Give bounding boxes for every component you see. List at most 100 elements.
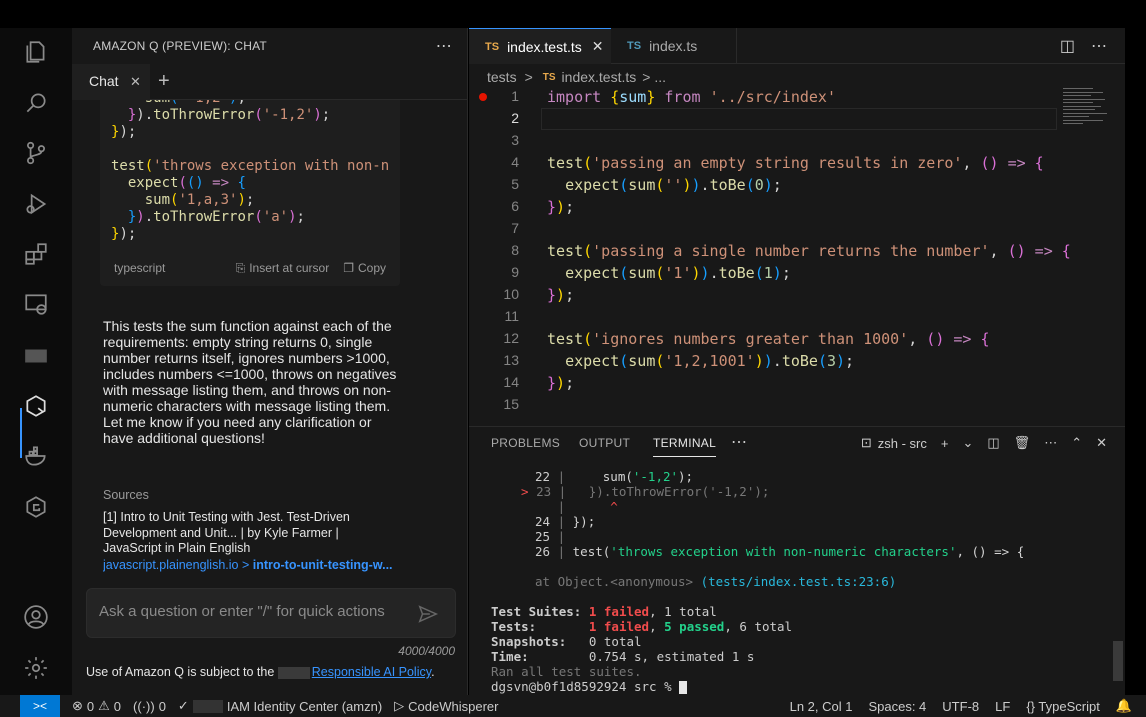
problems-status[interactable]: ⊗ 0 ⚠ 0 (72, 698, 121, 714)
terminal-prompt: dgsvn@b0f1d8592924 src % (491, 679, 688, 694)
code-line: import {sum} from '../src/index' (547, 88, 836, 106)
amazon-q-icon[interactable] (22, 392, 50, 420)
source-domain: javascript.plainenglish.io (103, 558, 239, 572)
insert-icon: ⎘ (235, 260, 246, 275)
source-control-icon[interactable] (22, 139, 50, 167)
line-number: 3 (511, 132, 519, 148)
tab-problems[interactable]: PROBLEMS (491, 436, 560, 450)
more-actions-icon[interactable]: ⋯ (731, 432, 747, 452)
gitlens-icon[interactable] (22, 493, 50, 521)
minimap-line (1063, 92, 1103, 93)
code-line: test('passing an empty string results in… (547, 154, 1044, 172)
code-block-footer: typescript ⎘ Insert at cursor ❐ Copy (100, 250, 400, 286)
snapshots-value: 0 total (588, 634, 642, 649)
terminal-line: Test Suites: 1 failed, 1 total (491, 604, 717, 619)
trash-icon[interactable]: 🗑 (1014, 435, 1031, 451)
tests-separator: , (649, 619, 665, 634)
terminal-scrollbar[interactable] (1113, 641, 1123, 681)
chevron-down-icon[interactable]: ⌄ (962, 435, 973, 451)
split-terminal-icon[interactable]: ◫ (987, 435, 999, 451)
responsible-ai-policy-link[interactable]: Responsible AI Policy (312, 665, 431, 679)
cursor-position[interactable]: Ln 2, Col 1 (790, 699, 853, 714)
account-icon[interactable] (22, 603, 50, 631)
notifications-bell-icon[interactable]: 🔔 (1116, 698, 1132, 714)
codewhisperer-status[interactable]: ▷ CodeWhisperer (394, 698, 498, 714)
tab-index-ts[interactable]: TS index.ts (611, 28, 737, 64)
policy-prefix: Use of Amazon Q is subject to the (86, 665, 275, 679)
braces-icon: {} (1026, 698, 1035, 714)
breadcrumb-folder[interactable]: tests (487, 69, 517, 85)
language-mode[interactable]: {} TypeScript (1026, 699, 1100, 714)
extensions-icon[interactable] (22, 240, 50, 268)
ports-status[interactable]: ((·)) 0 (133, 699, 166, 714)
encoding[interactable]: UTF-8 (942, 699, 979, 714)
terminal-line: | ^ (535, 499, 618, 514)
code-line: }); (547, 198, 575, 216)
search-icon[interactable] (22, 89, 50, 117)
copy-button[interactable]: ❐ Copy (343, 261, 386, 275)
ports-count: 0 (158, 698, 166, 714)
tests-passed: 5 passed (664, 619, 725, 634)
stack-trace: at Object.<anonymous> (535, 574, 694, 589)
explorer-icon[interactable] (22, 38, 50, 66)
more-actions-icon[interactable]: ⋯ (1044, 435, 1057, 451)
insert-at-cursor-button[interactable]: ⎘ Insert at cursor (236, 261, 330, 276)
line-number: 15 (503, 396, 519, 412)
tests-total: , 6 total (724, 619, 793, 634)
more-actions-icon[interactable]: ⋯ (436, 36, 452, 56)
docker-icon[interactable] (22, 442, 50, 470)
stack-trace-location[interactable]: (tests/index.test.ts:23:6) (701, 574, 897, 589)
terminal-line: Ran all test suites. (491, 664, 642, 679)
code-line: expect(sum('1')).toBe(1); (565, 264, 791, 282)
minimap-line (1063, 106, 1101, 107)
indentation[interactable]: Spaces: 4 (868, 699, 926, 714)
line-number: 2 (511, 110, 519, 126)
tab-chat[interactable]: Chat ✕ (72, 64, 150, 100)
connection-status[interactable]: ✓ IAM Identity Center (amzn) (178, 698, 382, 714)
terminal-line-number: 23 (536, 484, 552, 499)
close-icon[interactable]: ✕ (592, 38, 604, 55)
settings-gear-icon[interactable] (22, 654, 50, 682)
warning-count: 0 (113, 698, 122, 714)
tab-index-test-ts[interactable]: TS index.test.ts ✕ (469, 28, 611, 64)
code-line: expect(sum('1,2,1001')).toBe(3); (565, 352, 855, 370)
new-terminal-plus-icon[interactable]: + (941, 436, 949, 451)
terminal-gutter-bar: | (557, 544, 566, 559)
more-actions-icon[interactable]: ⋯ (1091, 36, 1107, 56)
suites-total: , 1 total (649, 604, 717, 619)
remote-explorer-icon[interactable] (22, 290, 50, 318)
editor-actions: ◫ ⋯ (1060, 36, 1107, 56)
run-debug-icon[interactable] (22, 190, 50, 218)
close-icon[interactable]: ✕ (130, 74, 141, 90)
chat-input-box (86, 588, 456, 638)
terminal-gutter-bar: | (557, 469, 566, 484)
sources-title: Sources (103, 488, 149, 502)
error-marker: > (521, 484, 529, 499)
tab-output[interactable]: OUTPUT (579, 436, 630, 450)
chat-conversation[interactable]: sum('-1,2'); }).toThrowError('-1,2'); })… (72, 100, 468, 600)
terminal-shell-selector[interactable]: ⊡ zsh - src (861, 435, 927, 451)
remote-indicator-icon[interactable]: >< (20, 695, 60, 717)
current-line-highlight (541, 108, 1057, 130)
maximize-chevron-up-icon[interactable]: ⌃ (1071, 435, 1082, 451)
policy-suffix: . (431, 665, 435, 679)
split-editor-icon[interactable]: ◫ (1060, 36, 1075, 56)
close-icon[interactable]: ✕ (1096, 435, 1107, 451)
insert-at-cursor-label: Insert at cursor (249, 261, 330, 275)
minimap[interactable] (1059, 86, 1123, 186)
chat-input[interactable] (99, 603, 419, 620)
line-number: 8 (511, 242, 519, 258)
tab-terminal[interactable]: TERMINAL (653, 436, 717, 457)
terminal-cursor (679, 681, 688, 694)
terminal-line: at Object.<anonymous> (tests/index.test.… (535, 574, 896, 589)
new-chat-plus-icon[interactable]: + (158, 70, 170, 93)
terminal-gutter-bar: | (557, 499, 566, 514)
breadcrumb-file[interactable]: index.test.ts (562, 69, 637, 85)
minimap-line (1063, 109, 1095, 110)
send-icon[interactable] (417, 603, 439, 625)
line-number: 6 (511, 198, 519, 214)
end-of-line[interactable]: LF (995, 699, 1010, 714)
source-link[interactable]: javascript.plainenglish.io > intro-to-un… (103, 558, 403, 572)
minimap-line (1063, 102, 1093, 103)
terminal-view-icon[interactable] (22, 342, 50, 370)
